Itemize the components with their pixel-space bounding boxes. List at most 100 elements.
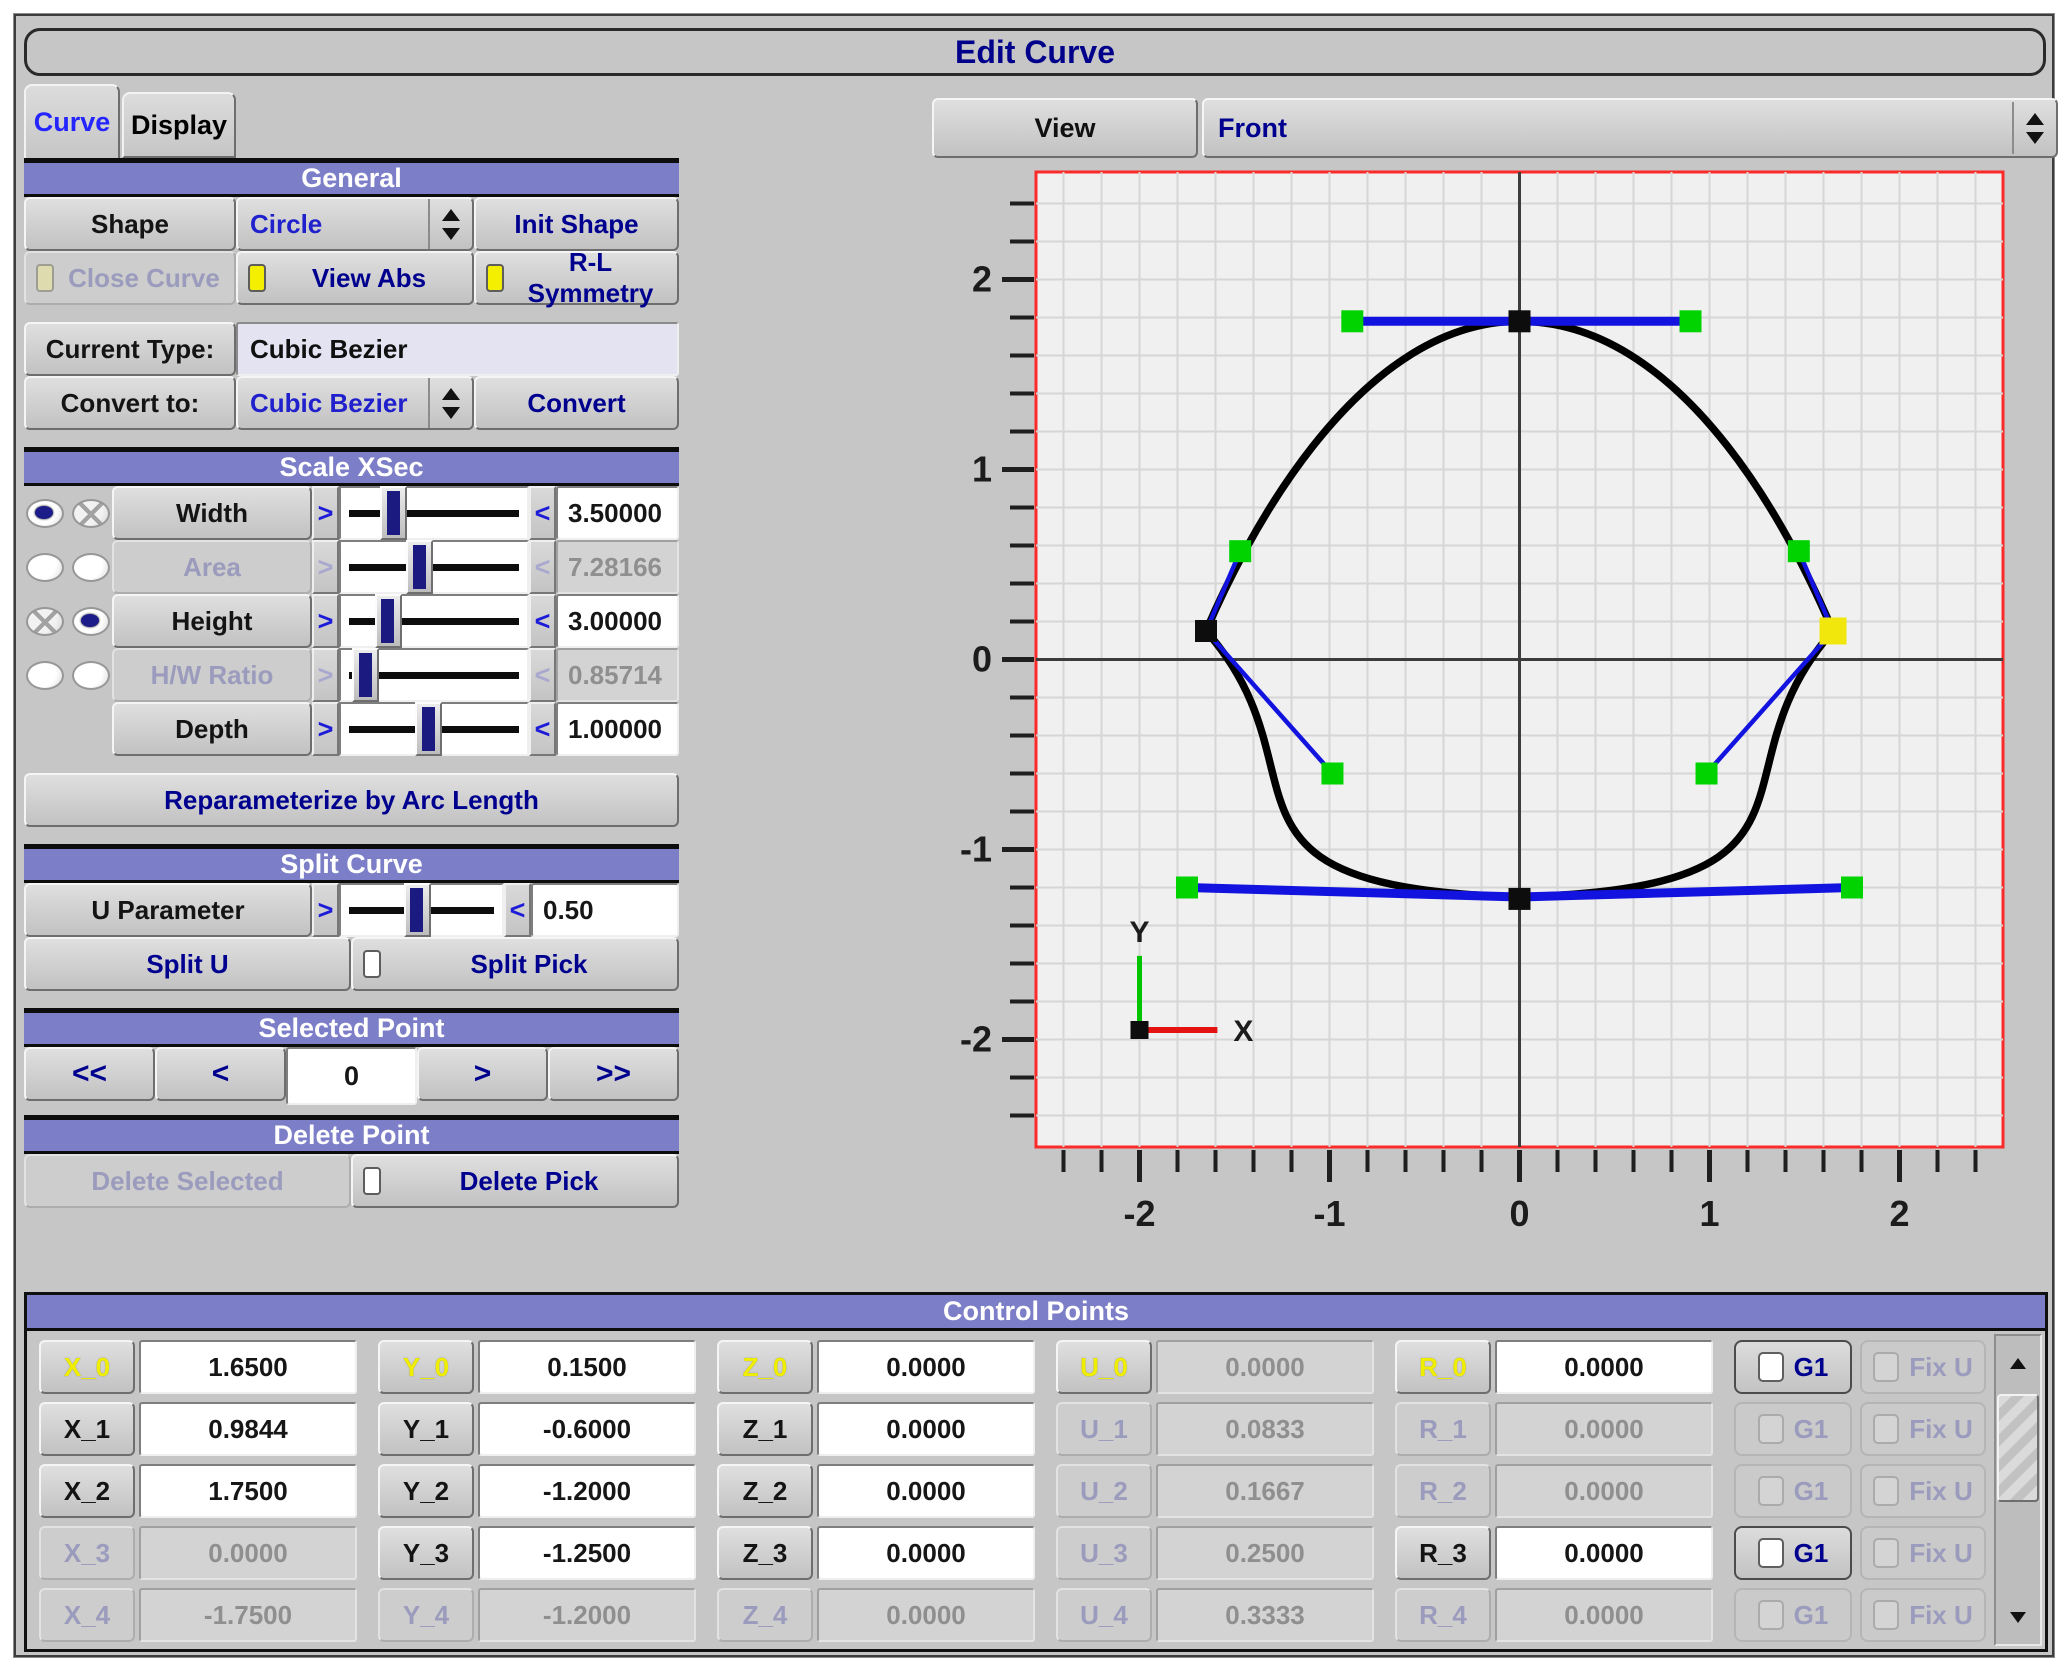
cp-field-r-3[interactable]: 0.0000: [1495, 1526, 1713, 1580]
cp-field-y-2[interactable]: -1.2000: [478, 1464, 696, 1518]
cp-label-y-1[interactable]: Y_1: [378, 1402, 474, 1456]
cp-field-z-3[interactable]: 0.0000: [817, 1526, 1035, 1580]
u-parameter-slider-right-arrow[interactable]: <: [504, 883, 531, 937]
shape-dropdown[interactable]: Circle: [236, 197, 474, 251]
control-point-handle[interactable]: [1841, 877, 1863, 899]
curve-editor-canvas[interactable]: 210-1-2-2-1012YX: [908, 152, 2048, 1270]
cp-field-z-1[interactable]: 0.0000: [817, 1402, 1035, 1456]
slider-track-height[interactable]: [339, 594, 529, 648]
control-point-handle[interactable]: [1680, 310, 1702, 332]
cp-label-z-1[interactable]: Z_1: [717, 1402, 813, 1456]
cp-label-x-2[interactable]: X_2: [39, 1464, 135, 1518]
convert-button[interactable]: Convert: [474, 376, 679, 430]
slider-value-depth[interactable]: 1.00000: [556, 702, 679, 756]
table-scrollbar[interactable]: [1994, 1334, 2042, 1646]
driver-radio-height-2[interactable]: [72, 607, 110, 636]
cp-label-u-0[interactable]: U_0: [1056, 1340, 1152, 1394]
convert-dropdown-stepper[interactable]: [428, 378, 472, 428]
view-button[interactable]: View: [932, 98, 1198, 158]
scrollbar-down-button[interactable]: [1997, 1591, 2039, 1643]
cp-label-y-2[interactable]: Y_2: [378, 1464, 474, 1518]
slider-left-arrow-depth[interactable]: >: [312, 702, 339, 756]
cp-label-z-0[interactable]: Z_0: [717, 1340, 813, 1394]
view-abs-checkbox[interactable]: View Abs: [236, 251, 474, 305]
slider-right-arrow-width[interactable]: <: [529, 486, 556, 540]
selected-point-index-field[interactable]: 0: [286, 1047, 417, 1105]
cp-label-z-2[interactable]: Z_2: [717, 1464, 813, 1518]
cp-field-x-0[interactable]: 1.6500: [139, 1340, 357, 1394]
driver-radio-h-w-ratio-2[interactable]: [72, 661, 110, 690]
cp-label-y-3[interactable]: Y_3: [378, 1526, 474, 1580]
slider-thumb-depth[interactable]: [415, 702, 442, 756]
slider-value-height[interactable]: 3.00000: [556, 594, 679, 648]
slider-track-depth[interactable]: [339, 702, 529, 756]
u-parameter-slider-thumb[interactable]: [404, 883, 431, 937]
init-shape-button[interactable]: Init Shape: [474, 197, 679, 251]
current-type-label: Current Type:: [46, 334, 215, 365]
control-point-handle[interactable]: [1229, 540, 1251, 562]
selected-control-point[interactable]: [1820, 618, 1847, 645]
rl-symmetry-checkbox[interactable]: R-L Symmetry: [474, 251, 679, 305]
reparameterize-button[interactable]: Reparameterize by Arc Length: [24, 773, 679, 827]
control-point-handle[interactable]: [1341, 310, 1363, 332]
control-point-handle[interactable]: [1788, 540, 1810, 562]
shape-dropdown-stepper[interactable]: [428, 199, 472, 249]
cp-label-u-4: U_4: [1056, 1588, 1152, 1642]
delete-pick-checkbox[interactable]: Delete Pick: [351, 1154, 679, 1208]
slider-thumb-width[interactable]: [380, 486, 407, 540]
control-point-handle[interactable]: [1696, 763, 1718, 785]
view-dropdown-stepper[interactable]: [2012, 102, 2056, 154]
split-u-button[interactable]: Split U: [24, 937, 351, 991]
g1-checkbox-row0[interactable]: G1: [1734, 1340, 1852, 1394]
tab-curve[interactable]: Curve: [24, 84, 120, 158]
scrollbar-thumb[interactable]: [1997, 1394, 2039, 1502]
driver-radio-h-w-ratio-1[interactable]: [26, 661, 64, 690]
split-pick-checkbox[interactable]: Split Pick: [351, 937, 679, 991]
scroll-up-icon: [2010, 1358, 2026, 1369]
cp-label-x-0[interactable]: X_0: [39, 1340, 135, 1394]
cp-label-r-0[interactable]: R_0: [1395, 1340, 1491, 1394]
driver-radio-area-1[interactable]: [26, 553, 64, 582]
curve-anchor-point[interactable]: [1509, 310, 1531, 332]
cp-field-x-2[interactable]: 1.7500: [139, 1464, 357, 1518]
cp-label-y-0[interactable]: Y_0: [378, 1340, 474, 1394]
driver-radio-area-2[interactable]: [72, 553, 110, 582]
slider-left-arrow-height[interactable]: >: [312, 594, 339, 648]
previous-point-button[interactable]: <: [155, 1047, 286, 1101]
view-dropdown[interactable]: Front: [1202, 98, 2058, 158]
slider-left-arrow-width[interactable]: >: [312, 486, 339, 540]
tab-display[interactable]: Display: [122, 92, 236, 158]
cp-label-x-1[interactable]: X_1: [39, 1402, 135, 1456]
u-parameter-slider-left-arrow[interactable]: >: [312, 883, 339, 937]
scrollbar-up-button[interactable]: [1997, 1337, 2039, 1389]
curve-anchor-point[interactable]: [1509, 888, 1531, 910]
slider-value-width[interactable]: 3.50000: [556, 486, 679, 540]
first-point-button[interactable]: <<: [24, 1047, 155, 1101]
cp-field-z-2[interactable]: 0.0000: [817, 1464, 1035, 1518]
u-parameter-slider-track[interactable]: [339, 883, 504, 937]
driver-radio-width-1[interactable]: [26, 499, 64, 528]
cp-label-r-3[interactable]: R_3: [1395, 1526, 1491, 1580]
cp-label-z-3[interactable]: Z_3: [717, 1526, 813, 1580]
cp-field-y-3[interactable]: -1.2500: [478, 1526, 696, 1580]
g1-checkbox-row3[interactable]: G1: [1734, 1526, 1852, 1580]
cp-field-y-1[interactable]: -0.6000: [478, 1402, 696, 1456]
control-point-handle[interactable]: [1176, 877, 1198, 899]
slider-track-width[interactable]: [339, 486, 529, 540]
control-point-handle[interactable]: [1321, 763, 1343, 785]
last-point-button[interactable]: >>: [548, 1047, 679, 1101]
cp-field-x-1[interactable]: 0.9844: [139, 1402, 357, 1456]
cp-field-z-0[interactable]: 0.0000: [817, 1340, 1035, 1394]
cp-field-y-0[interactable]: 0.1500: [478, 1340, 696, 1394]
cp-field-r-0[interactable]: 0.0000: [1495, 1340, 1713, 1394]
slider-thumb-height[interactable]: [375, 594, 402, 648]
slider-right-arrow-height[interactable]: <: [529, 594, 556, 648]
next-point-button[interactable]: >: [417, 1047, 548, 1101]
slider-label-area: Area: [112, 540, 312, 594]
convert-to-dropdown[interactable]: Cubic Bezier: [236, 376, 474, 430]
curve-anchor-point[interactable]: [1195, 620, 1217, 642]
shape-button[interactable]: Shape: [24, 197, 236, 251]
g1-checkbox-icon: [1758, 1538, 1784, 1568]
slider-right-arrow-depth[interactable]: <: [529, 702, 556, 756]
u-parameter-value-field[interactable]: 0.50: [531, 883, 679, 937]
